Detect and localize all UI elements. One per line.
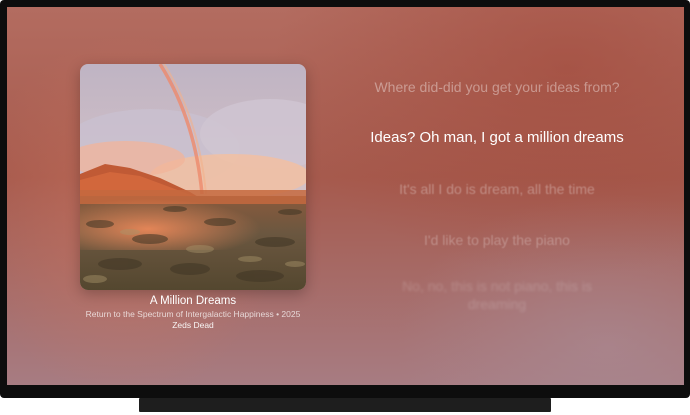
track-title: A Million Dreams xyxy=(149,295,237,307)
lyric-line[interactable]: Where did-did you get your ideas from? xyxy=(337,78,657,96)
lyric-line-active[interactable]: Ideas? Oh man, I got a million dreams xyxy=(337,129,657,147)
now-playing-screen: A Million Dreams Return to the Spectrum … xyxy=(7,7,684,385)
album-year-line: Return to the Spectrum of Intergalactic … xyxy=(85,309,301,319)
album-art xyxy=(80,64,306,290)
lyric-line[interactable]: No, no, this is not piano, this is dream… xyxy=(372,277,622,313)
tv-stand xyxy=(139,398,551,412)
lyric-line[interactable]: It's all I do is dream, all the time xyxy=(337,180,657,198)
album-art-image xyxy=(80,64,306,290)
lyric-line[interactable]: I'd like to play the piano xyxy=(337,231,657,249)
track-info: A Million Dreams Return to the Spectrum … xyxy=(60,294,326,331)
lyrics-panel: Where did-did you get your ideas from? I… xyxy=(337,7,657,385)
artist-name: Zeds Dead xyxy=(172,320,214,330)
tv-bezel: A Million Dreams Return to the Spectrum … xyxy=(0,0,690,398)
tv-device: A Million Dreams Return to the Spectrum … xyxy=(0,0,690,415)
